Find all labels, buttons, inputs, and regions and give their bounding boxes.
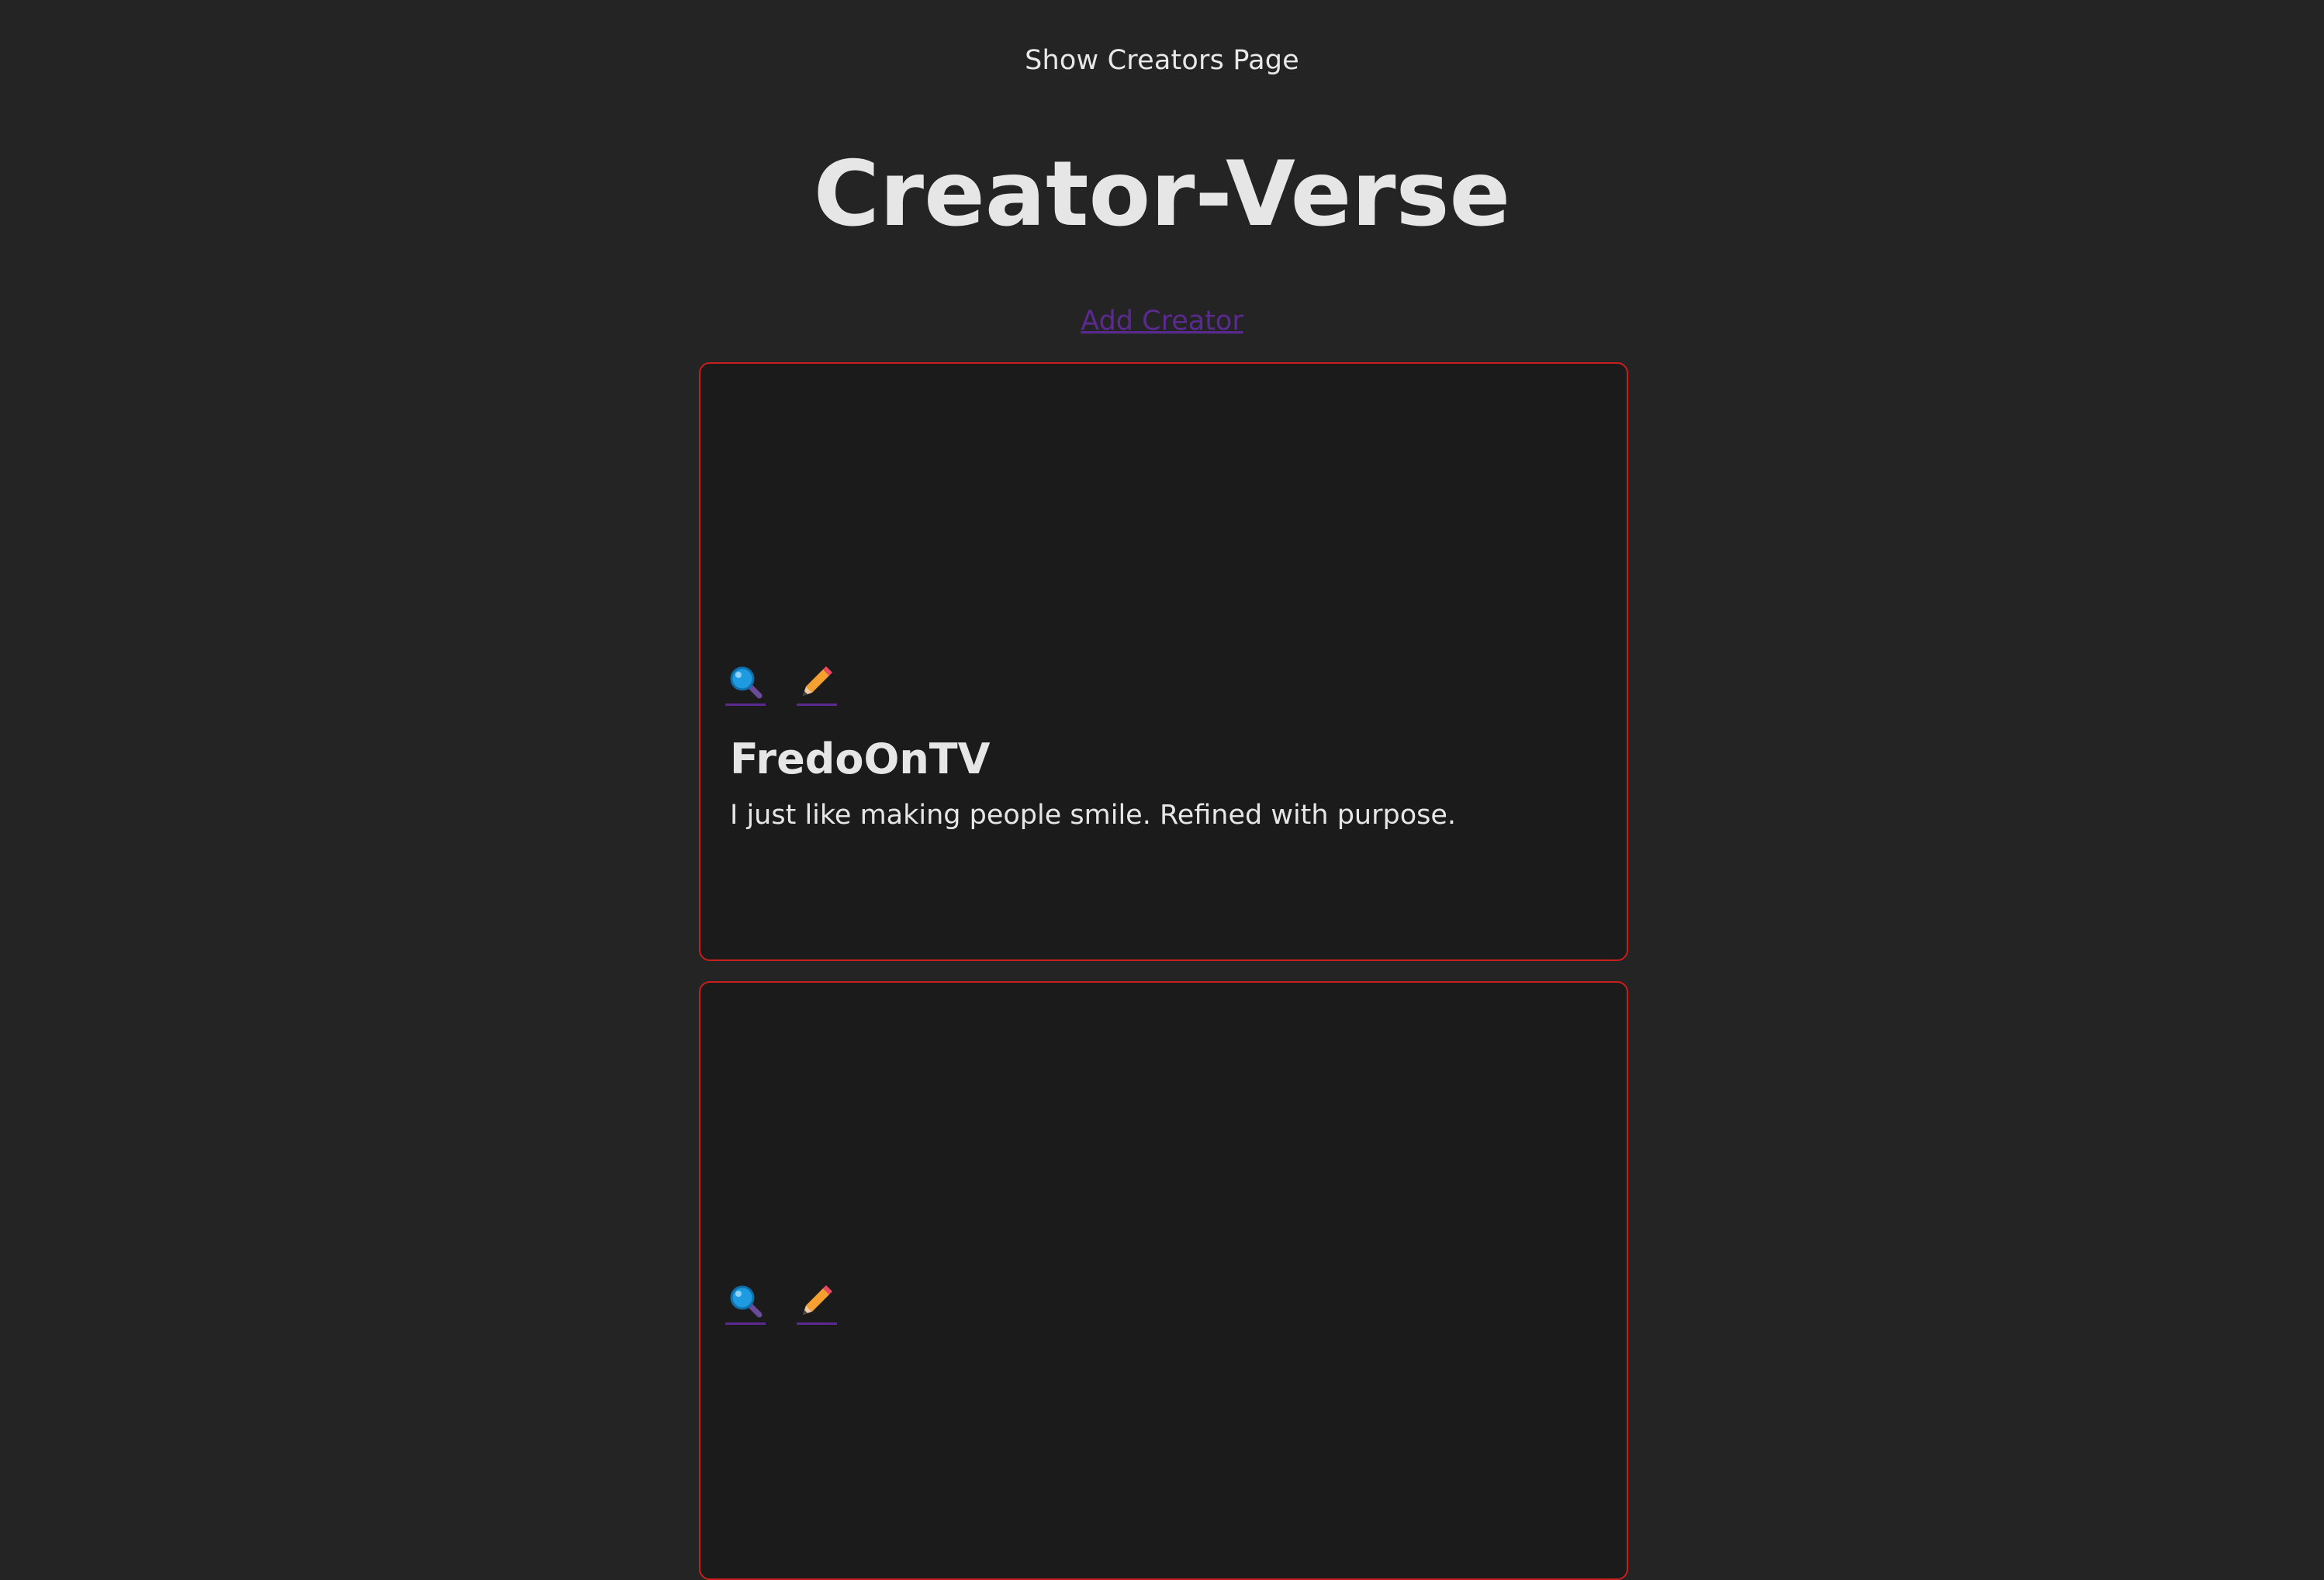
edit-creator-link[interactable] — [797, 1282, 837, 1325]
add-creator-link[interactable]: Add Creator — [1081, 306, 1243, 337]
card-actions — [725, 1282, 837, 1325]
creator-card: FredoOnTV I just like making people smil… — [699, 362, 1628, 961]
pencil-icon — [803, 666, 832, 696]
edit-creator-link[interactable] — [797, 663, 837, 706]
card-actions — [725, 663, 837, 706]
creator-description: I just like making people smile. Refined… — [730, 800, 1457, 831]
page-title: Creator-Verse — [813, 142, 1511, 247]
pencil-icon — [803, 1285, 832, 1315]
view-creator-link[interactable] — [725, 663, 766, 706]
add-creator-container: Add Creator — [0, 306, 2324, 337]
creator-name: FredoOnTV — [730, 735, 991, 783]
creator-card — [699, 981, 1628, 1580]
view-creator-link[interactable] — [725, 1282, 766, 1325]
magnifying-glass-icon — [730, 1285, 763, 1318]
magnifying-glass-icon — [730, 666, 763, 699]
page-subtitle: Show Creators Page — [1025, 45, 1299, 76]
